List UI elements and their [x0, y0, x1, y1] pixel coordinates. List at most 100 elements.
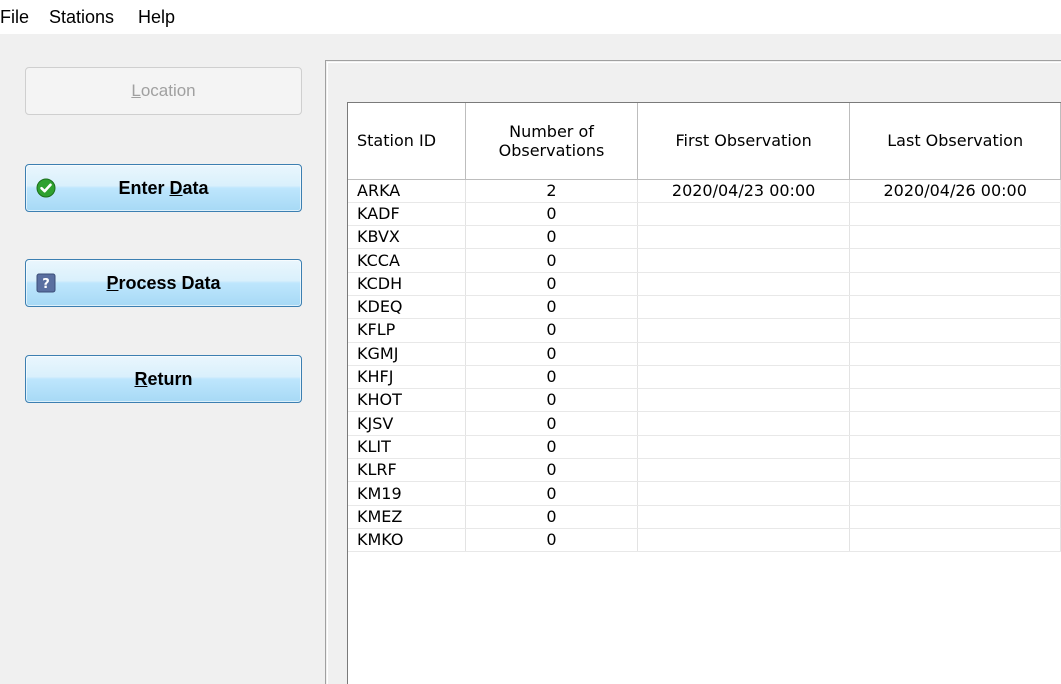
- cell-first-observation: [637, 295, 851, 320]
- cell-observation-count: 0: [465, 318, 638, 343]
- cell-observation-count: 2: [465, 179, 638, 203]
- cell-observation-count: 0: [465, 272, 638, 296]
- cell-station-id: KFLP: [348, 318, 467, 343]
- cell-last-observation: [849, 248, 1061, 273]
- cell-observation-count: 0: [465, 388, 638, 413]
- cell-first-observation: [637, 225, 851, 250]
- cell-station-id: KDEQ: [348, 295, 467, 320]
- cell-station-id: ARKA: [348, 179, 467, 203]
- menu-file[interactable]: File: [0, 7, 29, 27]
- green-check-icon: [36, 178, 56, 198]
- location-button-label: Location: [131, 81, 196, 100]
- cell-last-observation: 2020/04/26 00:00: [849, 179, 1061, 203]
- return-button-label: Return: [134, 368, 193, 389]
- cell-station-id: KJSV: [348, 411, 467, 436]
- column-header-station-id[interactable]: Station ID: [348, 103, 467, 180]
- table-row[interactable]: KHOT 0: [348, 388, 1061, 413]
- cell-first-observation: [637, 365, 851, 390]
- table-row[interactable]: KGMJ 0: [348, 342, 1061, 366]
- cell-observation-count: 0: [465, 342, 638, 366]
- cell-observation-count: 0: [465, 528, 638, 553]
- cell-first-observation: 2020/04/23 00:00: [637, 179, 851, 203]
- cell-observation-count: 0: [465, 202, 638, 227]
- cell-observation-count: 0: [465, 458, 638, 483]
- column-header-number-of-line1: Number of: [509, 121, 594, 141]
- column-header-first-observation[interactable]: First Observation: [637, 103, 851, 180]
- cell-first-observation: [637, 481, 851, 506]
- stations-table: Station ID Number of Observations First …: [348, 103, 1061, 553]
- table-row[interactable]: KBVX 0: [348, 225, 1061, 250]
- table-row[interactable]: KLRF 0: [348, 458, 1061, 483]
- cell-last-observation: [849, 295, 1061, 320]
- cell-station-id: KCCA: [348, 248, 467, 273]
- cell-first-observation: [637, 411, 851, 436]
- process-data-button-label: Process Data: [106, 272, 221, 293]
- stations-grid[interactable]: Station ID Number of Observations First …: [347, 102, 1061, 684]
- cell-first-observation: [637, 202, 851, 227]
- cell-first-observation: [637, 342, 851, 366]
- table-row[interactable]: KFLP 0: [348, 318, 1061, 343]
- cell-observation-count: 0: [465, 481, 638, 506]
- cell-last-observation: [849, 458, 1061, 483]
- cell-station-id: KMEZ: [348, 505, 467, 529]
- cell-last-observation: [849, 388, 1061, 413]
- table-row[interactable]: KCCA 0: [348, 248, 1061, 273]
- cell-first-observation: [637, 248, 851, 273]
- cell-station-id: KM19: [348, 481, 467, 506]
- cell-last-observation: [849, 365, 1061, 390]
- table-row[interactable]: KM19 0: [348, 481, 1061, 506]
- table-row[interactable]: KDEQ 0: [348, 295, 1061, 320]
- cell-station-id: KGMJ: [348, 342, 467, 366]
- cell-last-observation: [849, 272, 1061, 296]
- return-button[interactable]: Return: [25, 355, 302, 403]
- cell-last-observation: [849, 481, 1061, 506]
- table-row[interactable]: KHFJ 0: [348, 365, 1061, 390]
- table-row[interactable]: KADF 0: [348, 202, 1061, 227]
- cell-first-observation: [637, 435, 851, 460]
- cell-observation-count: 0: [465, 365, 638, 390]
- cell-observation-count: 0: [465, 505, 638, 529]
- column-header-last-observation[interactable]: Last Observation: [849, 103, 1061, 180]
- cell-observation-count: 0: [465, 248, 638, 273]
- cell-last-observation: [849, 528, 1061, 553]
- table-row[interactable]: ARKA 2 2020/04/23 00:00 2020/04/26 00:00: [348, 179, 1061, 203]
- enter-data-button-label: Enter Data: [118, 177, 209, 198]
- cell-station-id: KCDH: [348, 272, 467, 296]
- cell-station-id: KHOT: [348, 388, 467, 413]
- cell-first-observation: [637, 505, 851, 529]
- table-row[interactable]: KLIT 0: [348, 435, 1061, 460]
- cell-last-observation: [849, 435, 1061, 460]
- column-header-number-of-line2: Observations: [498, 140, 605, 160]
- process-data-button[interactable]: ? Process Data: [25, 259, 302, 307]
- menu-help[interactable]: Help: [138, 7, 175, 27]
- cell-first-observation: [637, 528, 851, 553]
- column-header-number-of-observations[interactable]: Number of Observations: [465, 103, 638, 180]
- enter-data-button[interactable]: Enter Data: [25, 164, 302, 212]
- cell-last-observation: [849, 342, 1061, 366]
- help-question-icon: ?: [36, 273, 56, 293]
- stations-table-body: ARKA 2 2020/04/23 00:00 2020/04/26 00:00 KAD…: [348, 179, 1061, 553]
- table-row[interactable]: KJSV 0: [348, 411, 1061, 436]
- table-header-row: Station ID Number of Observations First …: [348, 103, 1061, 180]
- cell-first-observation: [637, 272, 851, 296]
- table-row[interactable]: KMEZ 0: [348, 505, 1061, 529]
- cell-last-observation: [849, 411, 1061, 436]
- cell-last-observation: [849, 505, 1061, 529]
- cell-station-id: KBVX: [348, 225, 467, 250]
- cell-first-observation: [637, 388, 851, 413]
- cell-first-observation: [637, 458, 851, 483]
- table-row[interactable]: KMKO 0: [348, 528, 1061, 553]
- cell-station-id: KMKO: [348, 528, 467, 553]
- menu-stations[interactable]: Stations: [49, 7, 114, 27]
- table-row[interactable]: KCDH 0: [348, 272, 1061, 296]
- svg-text:?: ?: [42, 277, 50, 292]
- cell-first-observation: [637, 318, 851, 343]
- cell-observation-count: 0: [465, 295, 638, 320]
- cell-station-id: KADF: [348, 202, 467, 227]
- cell-station-id: KHFJ: [348, 365, 467, 390]
- cell-last-observation: [849, 202, 1061, 227]
- menu-bar: File Stations Help: [0, 0, 1061, 34]
- cell-observation-count: 0: [465, 435, 638, 460]
- cell-observation-count: 0: [465, 225, 638, 250]
- cell-observation-count: 0: [465, 411, 638, 436]
